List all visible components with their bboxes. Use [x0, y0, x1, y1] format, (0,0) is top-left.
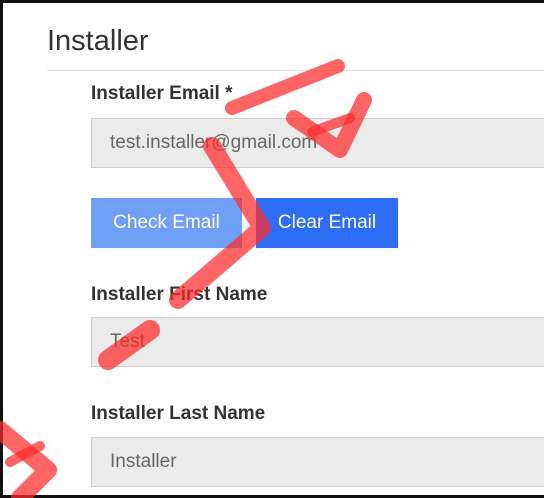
email-field[interactable] [91, 118, 544, 168]
last-name-label: Installer Last Name [91, 403, 266, 424]
clear-email-button[interactable]: Clear Email [256, 198, 398, 248]
check-email-button[interactable]: Check Email [91, 198, 242, 248]
last-name-field[interactable] [91, 437, 544, 487]
first-name-field[interactable] [91, 317, 544, 367]
email-label: Installer Email * [91, 83, 233, 104]
title-divider [47, 70, 544, 71]
section-title: Installer [47, 25, 149, 57]
first-name-label: Installer First Name [91, 284, 268, 305]
installer-panel: Installer Installer Email * Check Email … [0, 0, 544, 498]
